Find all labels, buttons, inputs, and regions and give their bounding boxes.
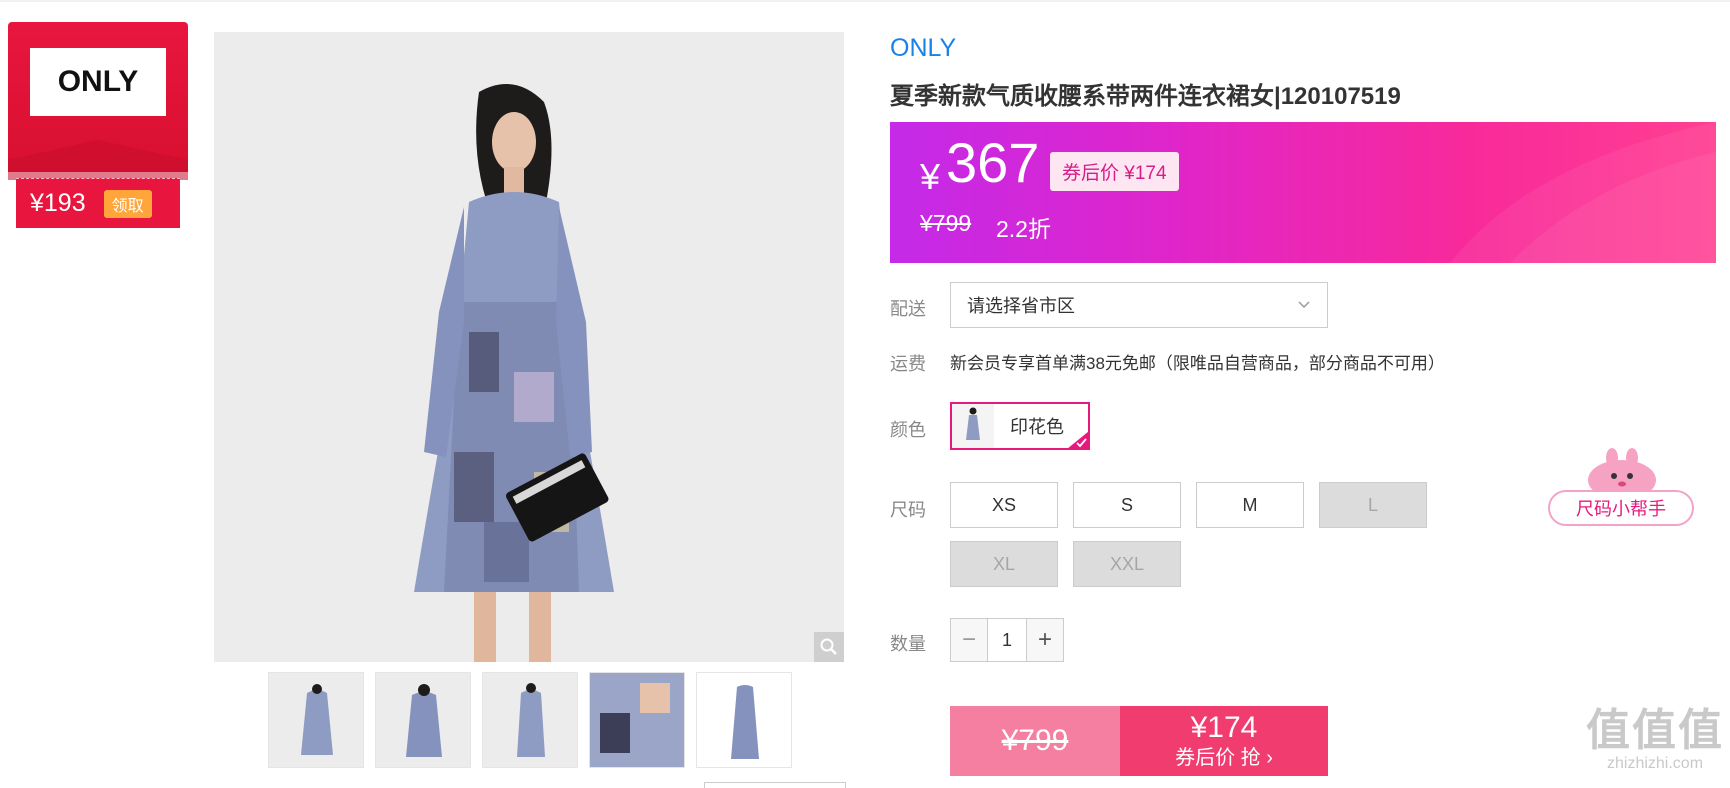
delivery-label: 配送 xyxy=(890,299,926,319)
size-option-l: L xyxy=(1319,482,1427,528)
bottom-tab-edge xyxy=(704,782,846,788)
buy-price: ¥174 xyxy=(1190,711,1258,744)
quantity-label: 数量 xyxy=(890,634,926,654)
shipping-label: 运费 xyxy=(890,354,926,374)
top-divider xyxy=(0,0,1730,2)
shipping-info: 新会员专享首单满38元免邮（限唯品自营商品，部分商品不可用） xyxy=(950,354,1445,373)
quantity-stepper: − 1 + xyxy=(950,618,1064,662)
delivery-region-select[interactable]: 请选择省市区 xyxy=(950,282,1328,328)
buy-coupon-action[interactable]: ¥174 券后价 抢 › xyxy=(1120,706,1328,776)
size-label: 尺码 xyxy=(890,500,926,520)
thumbnail[interactable] xyxy=(589,672,685,768)
current-price: 367 xyxy=(946,131,1040,194)
original-price: ¥799 xyxy=(920,210,972,236)
brand-logo: ONLY xyxy=(30,48,166,116)
size-option-xxl: XXL xyxy=(1073,541,1181,587)
discount-rate: 2.2折 xyxy=(996,216,1051,242)
size-option-xs[interactable]: XS xyxy=(950,482,1058,528)
product-title: 夏季新款气质收腰系带两件连衣裙女|120107519 xyxy=(890,83,1401,110)
thumbnail[interactable] xyxy=(375,672,471,768)
thumbnail-strip xyxy=(268,672,792,768)
size-option-s[interactable]: S xyxy=(1073,482,1181,528)
color-label: 颜色 xyxy=(890,420,926,440)
size-option-xl: XL xyxy=(950,541,1058,587)
brand-link[interactable]: ONLY xyxy=(890,34,956,63)
thumbnail[interactable] xyxy=(268,672,364,768)
price-panel: ¥ 367 券后价 ¥174 ¥799 2.2折 xyxy=(890,122,1716,263)
zoom-icon[interactable] xyxy=(814,632,844,662)
coupon-amount: ¥193 xyxy=(30,189,86,217)
buy-original-price: ¥799 xyxy=(950,706,1120,776)
selected-check-icon xyxy=(1068,431,1088,448)
quantity-input[interactable]: 1 xyxy=(987,619,1027,661)
color-option-selected[interactable]: 印花色 xyxy=(950,402,1090,450)
site-watermark: 值值值 zhizhizhi.com xyxy=(1580,708,1730,774)
brand-coupon[interactable]: ¥193 领取 xyxy=(16,178,180,228)
watermark-url: zhizhizhi.com xyxy=(1606,755,1704,772)
buy-button[interactable]: ¥799 ¥174 券后价 抢 › xyxy=(950,706,1328,776)
watermark-logo: 值值值 xyxy=(1586,706,1724,755)
color-swatch xyxy=(952,404,994,448)
model-photo xyxy=(214,32,844,662)
currency-symbol: ¥ xyxy=(920,156,941,197)
chevron-down-icon xyxy=(1298,301,1310,309)
quantity-decrease-button[interactable]: − xyxy=(951,619,987,661)
buy-action-label: 券后价 抢 › xyxy=(1175,747,1273,769)
size-helper-button[interactable]: 尺码小帮手 xyxy=(1548,490,1694,526)
thumbnail[interactable] xyxy=(482,672,578,768)
brand-coupon-badge[interactable]: ONLY ¥193 领取 xyxy=(8,22,188,229)
thumbnail[interactable] xyxy=(696,672,792,768)
delivery-placeholder: 请选择省市区 xyxy=(967,296,1075,316)
main-product-image[interactable] xyxy=(214,32,844,662)
quantity-increase-button[interactable]: + xyxy=(1027,619,1063,661)
size-option-m[interactable]: M xyxy=(1196,482,1304,528)
size-helper[interactable]: 尺码小帮手 xyxy=(1548,446,1694,526)
claim-coupon-button[interactable]: 领取 xyxy=(103,189,152,218)
after-coupon-price: 券后价 ¥174 xyxy=(1050,152,1179,191)
color-name: 印花色 xyxy=(1010,417,1064,437)
